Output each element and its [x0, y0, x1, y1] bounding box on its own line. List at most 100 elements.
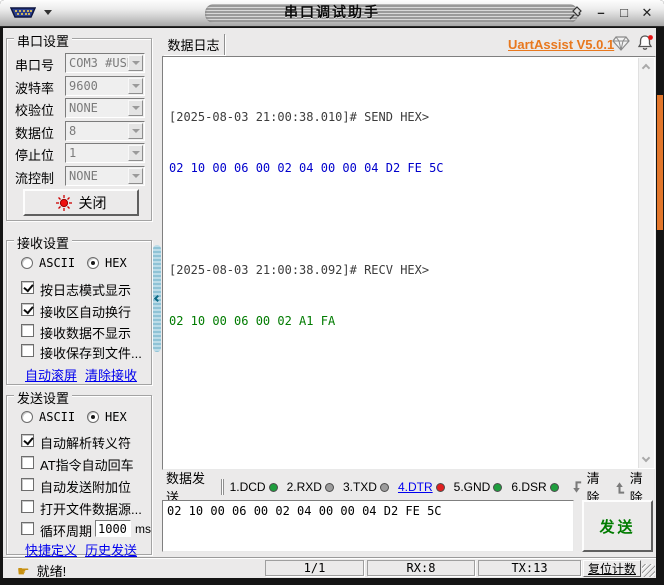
port-value: COM3 #USB: [69, 56, 128, 70]
arrow-up-icon: [616, 481, 625, 494]
notification-bell-icon[interactable]: [636, 34, 654, 57]
stopbits-select[interactable]: 1: [65, 143, 145, 163]
minimize-button[interactable]: –: [594, 4, 608, 22]
resize-grip[interactable]: [642, 564, 655, 577]
status-dot: [324, 482, 334, 492]
auto-wrap-label: 接收区自动换行: [40, 305, 132, 320]
chevron-down-icon[interactable]: [128, 168, 143, 184]
cycle-label: 循环周期: [40, 524, 93, 539]
log-line: [2025-08-03 21:00:38.092]# RECV HEX>: [169, 263, 430, 277]
close-port-button[interactable]: 关闭: [23, 189, 139, 216]
chevron-down-icon[interactable]: [128, 100, 143, 116]
dtr-toggle-link[interactable]: 4.DTR: [398, 480, 433, 494]
reset-count-button[interactable]: 复位计数: [583, 560, 641, 577]
port-label: 串口号: [15, 58, 55, 73]
flowctrl-select[interactable]: NONE: [65, 166, 145, 186]
chevron-down-icon[interactable]: [128, 123, 143, 139]
data-log-area: [2025-08-03 21:00:38.010]# SEND HEX> 02 …: [162, 56, 656, 470]
escape-parse-label: 自动解析转义符: [40, 436, 132, 451]
auto-scroll-link[interactable]: 自动滚屏: [25, 365, 77, 384]
databits-select[interactable]: 8: [65, 121, 145, 141]
log-scrollbar[interactable]: [638, 58, 654, 468]
indicator-txd: 3.TXD: [343, 480, 389, 494]
log-text[interactable]: [2025-08-03 21:00:38.010]# SEND HEX> 02 …: [165, 57, 637, 467]
scroll-up-icon[interactable]: [641, 63, 651, 73]
titlebar: 串口调试助手 – □ ✕: [0, 0, 664, 27]
indicator-label: 2.RXD: [286, 480, 322, 494]
log-mode-label: 按日志模式显示: [40, 283, 132, 298]
save-to-file-checkbox[interactable]: [21, 344, 34, 357]
pin-icon[interactable]: [569, 5, 584, 26]
scroll-down-icon[interactable]: [641, 453, 651, 463]
parity-value: NONE: [69, 101, 98, 115]
at-cr-label: AT指令自动回车: [40, 458, 134, 473]
receive-settings-title: 接收设置: [14, 233, 73, 252]
chevron-left-icon: [153, 294, 161, 303]
cycle-period-input[interactable]: [95, 520, 131, 537]
log-mode-checkbox[interactable]: [21, 281, 34, 294]
status-dot: [435, 482, 445, 492]
tab-data-log[interactable]: 数据日志: [163, 34, 225, 55]
page-counter: 1/1: [265, 560, 364, 576]
send-settings-group: 发送设置 ASCII HEX 自动解析转义符 AT指令自动回车 自动发送附加位 …: [6, 388, 152, 558]
indicator-label: 1.DCD: [229, 480, 266, 494]
serial-settings-title: 串口设置: [14, 31, 73, 50]
at-cr-checkbox[interactable]: [21, 456, 34, 469]
flowctrl-label: 流控制: [15, 171, 55, 186]
pointing-hand-icon: ☛: [17, 562, 30, 579]
ready-text: 就绪!: [36, 564, 67, 579]
maximize-button[interactable]: □: [617, 4, 631, 22]
cycle-checkbox[interactable]: [21, 522, 34, 535]
baud-label: 波特率: [15, 81, 55, 96]
status-dot: [268, 482, 278, 492]
send-data-input[interactable]: 02 10 00 06 00 02 04 00 00 04 D2 FE 5C: [162, 500, 574, 552]
indicator-gnd: 5.GND: [454, 480, 503, 494]
panel-collapse-splitter[interactable]: [153, 245, 161, 352]
serial-settings-group: 串口设置 串口号 COM3 #USB 波特率 9600 校验位 NONE 数据位…: [6, 31, 152, 221]
file-source-checkbox[interactable]: [21, 500, 34, 513]
port-select[interactable]: COM3 #USB: [65, 53, 145, 73]
chevron-down-icon[interactable]: [128, 145, 143, 161]
send-ascii-radio[interactable]: [21, 411, 33, 423]
status-dot: [379, 482, 389, 492]
indicator-label: 5.GND: [453, 480, 491, 494]
stopbits-label: 停止位: [15, 148, 55, 163]
indicator-label: 6.DSR: [511, 480, 547, 494]
send-hex-radio[interactable]: [87, 411, 99, 423]
close-port-label: 关闭: [78, 194, 107, 211]
client-area: 串口设置 串口号 COM3 #USB 波特率 9600 校验位 NONE 数据位…: [3, 28, 656, 579]
baud-select[interactable]: 9600: [65, 76, 145, 96]
databits-label: 数据位: [15, 126, 55, 141]
chevron-down-icon[interactable]: [128, 55, 143, 71]
app-window: 串口调试助手 – □ ✕ 串口设置 串口号 COM3 #USB 波特率 9600: [0, 0, 664, 585]
recv-hex-radio[interactable]: [87, 257, 99, 269]
chevron-down-icon[interactable]: [128, 78, 143, 94]
extra-bits-checkbox[interactable]: [21, 478, 34, 491]
log-line: 02 10 00 06 00 02 04 00 00 04 D2 FE 5C: [169, 161, 444, 175]
recv-ascii-radio[interactable]: [21, 257, 33, 269]
save-to-file-label: 接收保存到文件...: [40, 346, 142, 361]
recv-ascii-label: ASCII: [39, 256, 76, 270]
version-link[interactable]: UartAssist V5.0.1: [508, 37, 614, 52]
stopbits-value: 1: [69, 146, 77, 160]
indicator-dsr: 6.DSR: [511, 480, 559, 494]
baud-value: 9600: [69, 79, 98, 93]
flowctrl-value: NONE: [69, 169, 98, 183]
close-window-button[interactable]: ✕: [640, 4, 654, 22]
extra-bits-label: 自动发送附加位: [40, 480, 132, 495]
hide-recv-checkbox[interactable]: [21, 324, 34, 337]
clear-receive-link[interactable]: 清除接收: [85, 365, 137, 384]
log-line: [2025-08-03 21:00:38.010]# SEND HEX>: [169, 110, 430, 124]
auto-wrap-checkbox[interactable]: [21, 303, 34, 316]
separator: [220, 479, 222, 495]
indicator-dtr[interactable]: 4.DTR: [398, 480, 445, 494]
frame-accent-strip: [657, 95, 663, 230]
parity-select[interactable]: NONE: [65, 98, 145, 118]
rx-counter: RX:8: [367, 560, 475, 576]
send-button[interactable]: 发送: [582, 500, 653, 552]
send-settings-title: 发送设置: [14, 388, 73, 407]
gem-icon[interactable]: [612, 36, 630, 56]
arrow-down-icon: [572, 480, 581, 493]
escape-parse-checkbox[interactable]: [21, 434, 34, 447]
